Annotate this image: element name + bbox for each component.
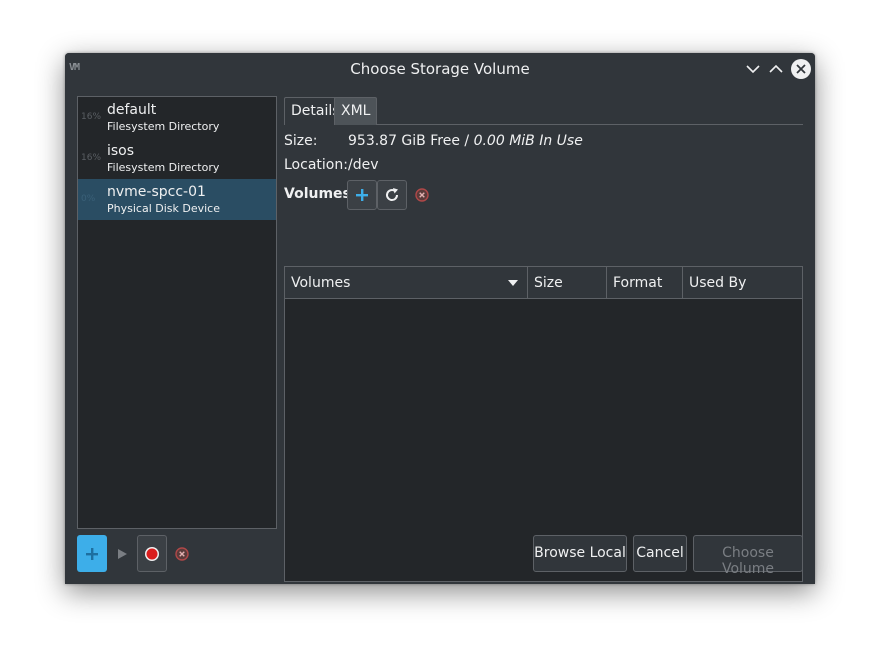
volumes-header: Volumes	[284, 186, 351, 202]
play-icon	[118, 548, 127, 559]
delete-icon	[415, 188, 429, 202]
refresh-volumes-button[interactable]	[377, 180, 407, 210]
pool-usage: 16%	[81, 153, 102, 163]
plus-icon	[86, 547, 98, 560]
window-title: Choose Storage Volume	[350, 60, 530, 78]
size-separator: /	[459, 133, 474, 149]
pool-type: Filesystem Directory	[107, 120, 220, 133]
storage-pool-list[interactable]: 16% default Filesystem Directory 16% iso…	[77, 96, 277, 529]
pool-name: nvme-spcc-01	[107, 184, 206, 200]
size-free: 953.87 GiB Free	[348, 133, 460, 149]
stop-pool-button[interactable]	[137, 535, 167, 572]
location-label: Location:	[284, 157, 348, 173]
maximize-button[interactable]	[766, 59, 786, 79]
size-label: Size:	[284, 133, 318, 149]
pool-item-isos[interactable]: 16% isos Filesystem Directory	[78, 138, 276, 179]
size-value: 953.87 GiB Free / 0.00 MiB In Use	[348, 133, 583, 149]
add-volume-button[interactable]	[347, 180, 377, 210]
column-header-format[interactable]: Format	[607, 267, 683, 298]
pool-name: isos	[107, 143, 135, 159]
chevron-down-icon	[746, 65, 760, 74]
pool-type: Filesystem Directory	[107, 161, 220, 174]
pool-usage: 16%	[81, 112, 102, 122]
delete-pool-button[interactable]	[167, 535, 197, 572]
column-header-used-by[interactable]: Used By	[683, 267, 802, 298]
add-pool-button[interactable]	[77, 535, 107, 572]
pool-item-default[interactable]: 16% default Filesystem Directory	[78, 97, 276, 138]
stop-icon	[145, 546, 159, 561]
pool-item-nvme-spcc-01[interactable]: 0% nvme-spcc-01 Physical Disk Device	[78, 179, 276, 220]
size-in-use: 0.00 MiB In Use	[473, 133, 583, 149]
chevron-up-icon	[769, 64, 783, 73]
cancel-button[interactable]: Cancel	[633, 535, 687, 572]
delete-volume-button[interactable]	[407, 180, 437, 210]
start-pool-button[interactable]	[107, 535, 137, 572]
browse-local-button[interactable]: Browse Local	[533, 535, 627, 572]
choose-storage-volume-dialog: VM Choose Storage Volume 16% default Fil…	[65, 53, 815, 584]
column-header-volumes[interactable]: Volumes	[285, 267, 528, 298]
close-icon	[796, 64, 806, 74]
minimize-button[interactable]	[743, 59, 763, 79]
refresh-icon	[386, 188, 399, 201]
close-button[interactable]	[791, 59, 811, 79]
delete-icon	[175, 546, 189, 561]
tab-bar: Details XML	[284, 96, 803, 125]
choose-volume-button[interactable]: Choose Volume	[693, 535, 803, 577]
tab-xml[interactable]: XML	[334, 97, 378, 125]
pool-usage: 0%	[81, 194, 96, 204]
plus-icon	[356, 189, 368, 201]
column-header-size[interactable]: Size	[528, 267, 607, 298]
sort-down-icon	[508, 280, 518, 286]
location-value: /dev	[348, 157, 379, 173]
pool-name: default	[107, 102, 157, 118]
pool-type: Physical Disk Device	[107, 202, 220, 215]
titlebar: VM Choose Storage Volume	[65, 53, 815, 85]
column-label: Volumes	[291, 275, 351, 291]
volumes-table-header: Volumes Size Format Used By	[285, 267, 802, 299]
